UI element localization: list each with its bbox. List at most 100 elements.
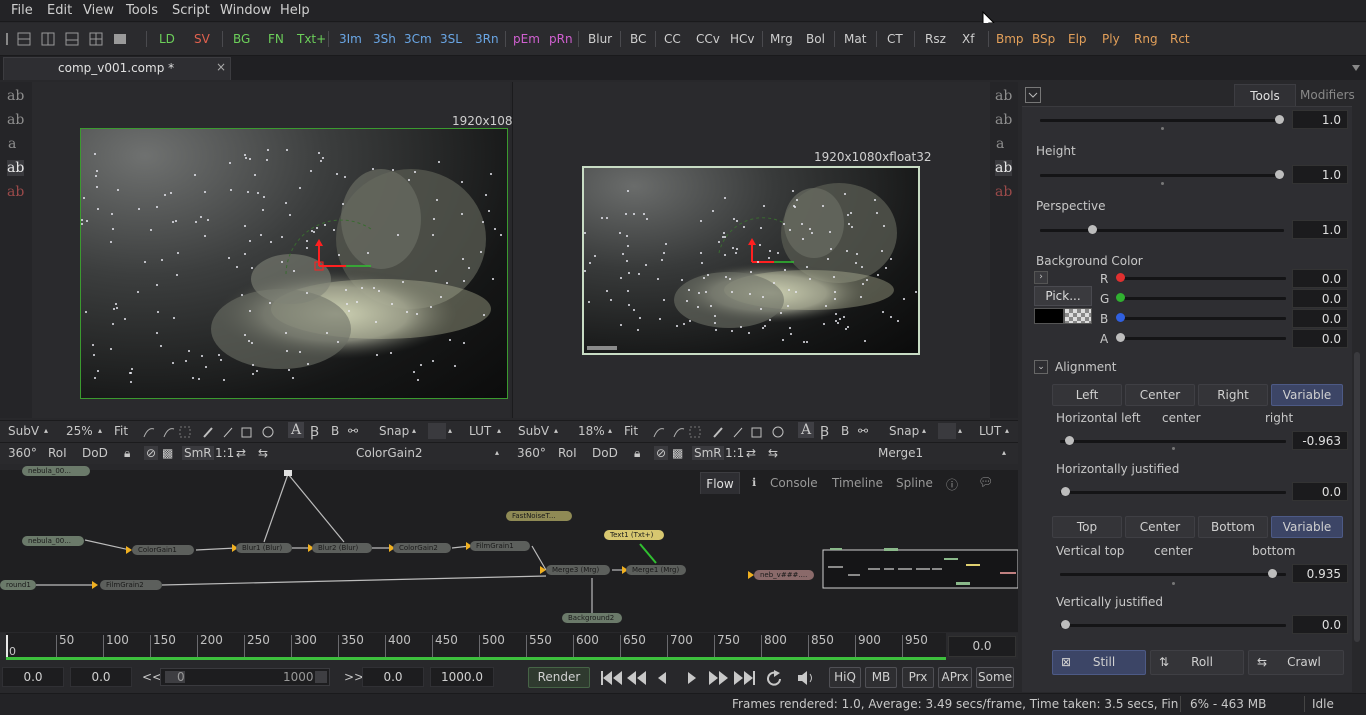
- menu-script[interactable]: Script: [172, 3, 210, 18]
- mode-crawl-button[interactable]: ⇆ Crawl: [1248, 650, 1344, 675]
- perspective-value-field[interactable]: 1.0: [1292, 220, 1348, 239]
- v-justified-slider[interactable]: [1060, 624, 1286, 627]
- mb-toggle[interactable]: MB: [865, 667, 897, 688]
- some-toggle[interactable]: Some: [976, 667, 1014, 688]
- vertical-slider-knob[interactable]: [1268, 569, 1277, 578]
- channel-a-knob[interactable]: [1116, 333, 1125, 342]
- align-variable-button[interactable]: Variable: [1271, 384, 1343, 406]
- degree-button[interactable]: 360°: [8, 446, 37, 460]
- top-slider[interactable]: [1040, 119, 1284, 122]
- text-color-icon[interactable]: ab: [7, 160, 25, 176]
- tool-mrg[interactable]: Mrg: [770, 32, 793, 46]
- text-small-icon-r[interactable]: a: [996, 136, 1004, 152]
- mode-roll-button[interactable]: ⇅ Roll: [1150, 650, 1244, 675]
- horizontal-value-field[interactable]: -0.963: [1292, 431, 1348, 450]
- node-blur1[interactable]: Blur1 (Blur): [236, 543, 292, 553]
- tool-xf[interactable]: Xf: [962, 32, 974, 46]
- tab-tools[interactable]: Tools: [1234, 84, 1296, 106]
- height-value-field[interactable]: 1.0: [1292, 165, 1348, 184]
- channel-a-slider[interactable]: [1120, 337, 1286, 340]
- node-filmgrain2[interactable]: FilmGrain2: [100, 580, 162, 590]
- fit-button-right[interactable]: Fit: [624, 424, 638, 438]
- node-saver[interactable]: neb_v###....: [754, 570, 814, 580]
- tool-ccv[interactable]: CCv: [696, 32, 720, 46]
- menu-window[interactable]: Window: [220, 3, 271, 18]
- top-slider-knob[interactable]: [1275, 115, 1284, 124]
- render-button[interactable]: Render: [528, 667, 590, 688]
- lut-button-right[interactable]: LUT: [979, 424, 1001, 438]
- chain-icon-right[interactable]: ⚯: [858, 424, 868, 438]
- tool-ld[interactable]: LD: [159, 32, 175, 46]
- node-colorgain1[interactable]: ColorGain1: [132, 545, 194, 555]
- bold-b-icon-right[interactable]: B: [841, 424, 849, 438]
- tool-rct[interactable]: Rct: [1170, 32, 1190, 46]
- swap-icon[interactable]: ⇆: [258, 446, 268, 460]
- top-value-field[interactable]: 1.0: [1292, 110, 1348, 129]
- right-viewer-image[interactable]: [582, 166, 920, 355]
- dod-button-right[interactable]: DoD: [592, 446, 618, 460]
- node-nebula[interactable]: nebula_00...: [22, 536, 84, 546]
- tool-hcv[interactable]: HCv: [730, 32, 755, 46]
- tool-bsp[interactable]: BSp: [1032, 32, 1055, 46]
- panel-collapse-icon[interactable]: [1025, 87, 1041, 103]
- channel-g-knob[interactable]: [1116, 293, 1125, 302]
- channel-b-knob[interactable]: [1116, 313, 1125, 322]
- valign-top-button[interactable]: Top: [1052, 516, 1122, 538]
- smr-button[interactable]: SmR: [182, 446, 214, 460]
- alignment-collapse-icon[interactable]: ⌄: [1034, 360, 1048, 374]
- channel-b-slider[interactable]: [1120, 317, 1286, 320]
- zoom-dropdown-right[interactable]: 18%: [578, 424, 605, 438]
- current-time-field[interactable]: 0.0: [948, 636, 1016, 657]
- channel-r-field[interactable]: 0.0: [1292, 269, 1348, 288]
- channel-r-knob[interactable]: [1116, 273, 1125, 282]
- ratio-button[interactable]: 1:1: [215, 446, 234, 460]
- align-center-button[interactable]: Center: [1125, 384, 1195, 406]
- tool-3sh[interactable]: 3Sh: [373, 32, 396, 46]
- menu-edit[interactable]: Edit: [47, 3, 72, 18]
- v-justified-field[interactable]: 0.0: [1292, 615, 1348, 634]
- valign-bottom-button[interactable]: Bottom: [1198, 516, 1268, 538]
- tool-cc[interactable]: CC: [664, 32, 681, 46]
- subv-button[interactable]: SubV: [8, 424, 39, 438]
- tool-prn[interactable]: pRn: [549, 32, 573, 46]
- playback-controls[interactable]: [598, 668, 822, 688]
- swap-icon-right[interactable]: ⇆: [768, 446, 778, 460]
- vertical-slider[interactable]: [1060, 573, 1286, 576]
- h-justified-slider[interactable]: [1060, 491, 1286, 494]
- color-swatch[interactable]: [1034, 308, 1064, 324]
- tool-blur[interactable]: Blur: [588, 32, 612, 46]
- text-small-icon[interactable]: a: [8, 136, 16, 152]
- flow-editor[interactable]: Flow ℹ Console Timeline Spline ⓘ 💬︎ nebu…: [0, 466, 1018, 632]
- snap-button-right[interactable]: Snap: [889, 424, 919, 438]
- roi-button[interactable]: RoI: [48, 446, 67, 460]
- inspector-scrollbar[interactable]: [1354, 352, 1360, 642]
- text-a-icon[interactable]: A: [288, 422, 305, 438]
- tool-bol[interactable]: Bol: [806, 32, 825, 46]
- mode-still-button[interactable]: ⊠ Still: [1052, 650, 1146, 675]
- checker-icon[interactable]: ⊘: [144, 446, 159, 460]
- roi-button-right[interactable]: RoI: [558, 446, 577, 460]
- render-end-field[interactable]: 0.0: [362, 667, 424, 687]
- tool-3im[interactable]: 3Im: [339, 32, 362, 46]
- valign-variable-button[interactable]: Variable: [1271, 516, 1343, 538]
- text-outline-a-icon-right[interactable]: Ꞵ: [820, 422, 829, 441]
- flip-icon[interactable]: ⇄: [236, 446, 246, 460]
- tool-fn[interactable]: FN: [268, 32, 284, 46]
- ratio-button-right[interactable]: 1:1: [725, 446, 744, 460]
- text-tool-icon-r[interactable]: ab: [995, 88, 1012, 104]
- global-end-field[interactable]: 1000.0: [430, 667, 494, 687]
- smr-button-right[interactable]: SmR: [692, 446, 724, 460]
- snap-button[interactable]: Snap: [379, 424, 409, 438]
- lut-button[interactable]: LUT: [469, 424, 491, 438]
- checkerboard-icon[interactable]: ▩: [162, 446, 173, 460]
- fit-button[interactable]: Fit: [114, 424, 128, 438]
- render-start-field[interactable]: 0.0: [70, 667, 132, 687]
- channel-g-slider[interactable]: [1120, 297, 1286, 300]
- tab-menu-icon[interactable]: [1351, 64, 1361, 72]
- text-red-icon[interactable]: ab: [7, 184, 24, 200]
- tool-3sl[interactable]: 3SL: [440, 32, 462, 46]
- node-background2[interactable]: Background2: [562, 613, 622, 623]
- lock-icon-right[interactable]: 🔒︎: [634, 446, 640, 461]
- text-a-icon-right[interactable]: A: [798, 422, 815, 438]
- color-channel-icon[interactable]: [428, 423, 446, 439]
